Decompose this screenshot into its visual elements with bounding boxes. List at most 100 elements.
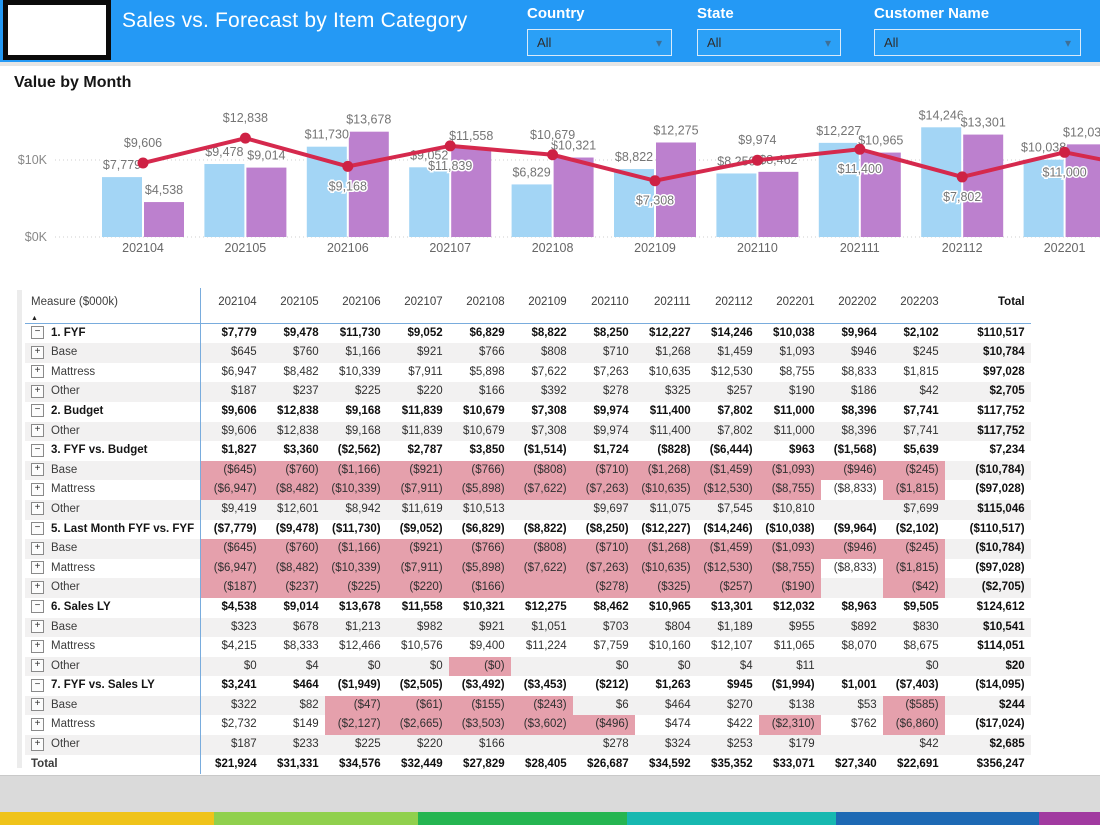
collapse-icon[interactable]: − — [31, 326, 44, 340]
expand-icon[interactable]: + — [31, 698, 44, 712]
bar-sales-ly[interactable] — [963, 134, 1004, 237]
bar-fyf[interactable] — [102, 177, 142, 237]
budget-line-marker[interactable] — [342, 160, 354, 172]
cell-value: ($187) — [200, 578, 263, 598]
column-header-202202[interactable]: 202202 — [820, 288, 883, 324]
bar-sales-ly[interactable] — [758, 171, 799, 237]
filter-state-dropdown[interactable]: All ▾ — [697, 29, 841, 56]
expand-icon[interactable]: + — [31, 482, 44, 496]
budget-line-marker[interactable] — [854, 143, 866, 155]
expand-icon[interactable]: + — [31, 619, 44, 633]
bar-fyf[interactable] — [921, 127, 962, 237]
cell-value: ($1,949) — [337, 679, 381, 692]
cell-value: ($1,459) — [696, 460, 759, 481]
filter-country-dropdown[interactable]: All ▾ — [527, 29, 672, 56]
bar-fyf[interactable] — [818, 142, 859, 237]
row-label: Mattress — [51, 483, 96, 496]
cell-value: ($8,482) — [262, 480, 325, 500]
column-header-total[interactable]: Total — [944, 288, 1031, 324]
expand-icon[interactable]: + — [31, 659, 44, 673]
bar-fyf[interactable] — [716, 173, 757, 237]
cell-value: ($190) — [758, 578, 821, 598]
budget-line-marker[interactable] — [547, 149, 559, 161]
cell-value: ($7,622) — [510, 558, 573, 579]
cell-value: $7,741 — [903, 404, 939, 417]
column-header-202108[interactable]: 202108 — [448, 288, 511, 324]
expand-icon[interactable]: + — [31, 541, 44, 555]
cell-value: $11,400 — [649, 424, 691, 437]
expand-icon[interactable]: + — [31, 345, 44, 359]
row-label: Base — [51, 346, 78, 359]
column-header-202105[interactable]: 202105 — [262, 288, 325, 324]
bar-sales-ly[interactable] — [553, 157, 594, 237]
column-header-202111[interactable]: 202111 — [634, 288, 697, 324]
value-by-month-chart: $10K$0K$7,779$4,538202104$9,478 $9,014202… — [18, 107, 1100, 255]
bar-sales-ly[interactable] — [246, 167, 287, 237]
cell-value: ($212) — [595, 679, 629, 692]
bar-fyf[interactable] — [511, 184, 552, 237]
column-header-202203[interactable]: 202203 — [882, 288, 945, 324]
expand-icon[interactable]: + — [31, 365, 44, 379]
bar-fyf[interactable] — [409, 167, 450, 237]
cell-value: $42 — [919, 385, 939, 398]
collapse-icon[interactable]: − — [31, 678, 44, 692]
chevron-down-icon: ▾ — [824, 35, 831, 50]
collapse-icon[interactable]: − — [31, 443, 44, 457]
table-row: + Other $187 $233 $225 $220 $166 $278 $324 $253 $1… — [25, 735, 1031, 755]
expand-icon[interactable]: + — [31, 717, 44, 731]
collapse-icon[interactable]: − — [31, 522, 44, 535]
cell-value: $10,038 — [773, 326, 815, 339]
expand-icon[interactable]: + — [31, 502, 44, 516]
cell-value: ($257) — [696, 578, 759, 598]
budget-line-marker[interactable] — [137, 157, 149, 169]
column-header-202107[interactable]: 202107 — [386, 288, 449, 324]
expand-icon[interactable]: + — [31, 384, 44, 398]
cell-value: $392 — [541, 385, 567, 398]
chart-data-label: $12,275 — [653, 123, 698, 137]
filter-customer-name: Customer Name All ▾ — [874, 5, 1081, 56]
expand-icon[interactable]: + — [31, 737, 44, 751]
cell-value: $7,802 — [717, 404, 753, 417]
column-header-202112[interactable]: 202112 — [696, 288, 759, 324]
cell-value: ($710) — [572, 460, 635, 481]
budget-line-marker[interactable] — [239, 132, 251, 144]
cell-value: $2,685 — [989, 738, 1025, 751]
budget-line-marker[interactable] — [956, 171, 968, 183]
column-header-202110[interactable]: 202110 — [572, 288, 635, 324]
filter-customer-name-dropdown[interactable]: All ▾ — [874, 29, 1081, 56]
expand-icon[interactable]: + — [31, 639, 44, 653]
column-header-202104[interactable]: 202104 — [200, 288, 263, 324]
budget-line-marker[interactable] — [649, 175, 661, 187]
budget-line-marker[interactable] — [1059, 146, 1071, 158]
cell-value: ($7,911) — [386, 480, 449, 500]
bar-fyf[interactable] — [204, 164, 245, 237]
expand-icon[interactable]: + — [31, 561, 44, 575]
expand-icon[interactable]: + — [31, 463, 44, 477]
cell-value: $31,331 — [277, 757, 319, 770]
table-row: + Other $9,419 $12,601 $8,942 $11,619 $10,513 $… — [25, 499, 1031, 520]
bar-sales-ly[interactable] — [656, 142, 696, 237]
column-header-measure[interactable]: Measure ($000k) ▲ — [25, 288, 202, 324]
collapse-icon[interactable]: − — [31, 600, 44, 614]
cell-value: $114,051 — [977, 640, 1025, 653]
table-scrollbar[interactable] — [17, 290, 22, 768]
expand-icon[interactable]: + — [31, 424, 44, 438]
cell-value: $0 — [243, 659, 257, 672]
budget-line-marker[interactable] — [444, 140, 456, 152]
column-header-202109[interactable]: 202109 — [510, 288, 573, 324]
cell-value: $9,168 — [345, 404, 381, 417]
column-header-202106[interactable]: 202106 — [324, 288, 387, 324]
expand-icon[interactable]: + — [31, 580, 44, 594]
cell-value: $26,687 — [587, 757, 629, 770]
cell-value: $3,241 — [221, 679, 257, 692]
collapse-icon[interactable]: − — [31, 404, 44, 418]
column-header-202201[interactable]: 202201 — [758, 288, 821, 324]
budget-line-marker[interactable] — [751, 154, 763, 166]
bar-sales-ly[interactable] — [144, 202, 184, 237]
cell-value: ($828) — [657, 444, 691, 457]
cell-value: ($7,622) — [510, 480, 573, 500]
cell-value: $12,838 — [277, 404, 319, 417]
cell-value: $237 — [293, 385, 319, 398]
cell-value: $42 — [919, 738, 939, 751]
cell-value: $0 — [677, 659, 691, 672]
